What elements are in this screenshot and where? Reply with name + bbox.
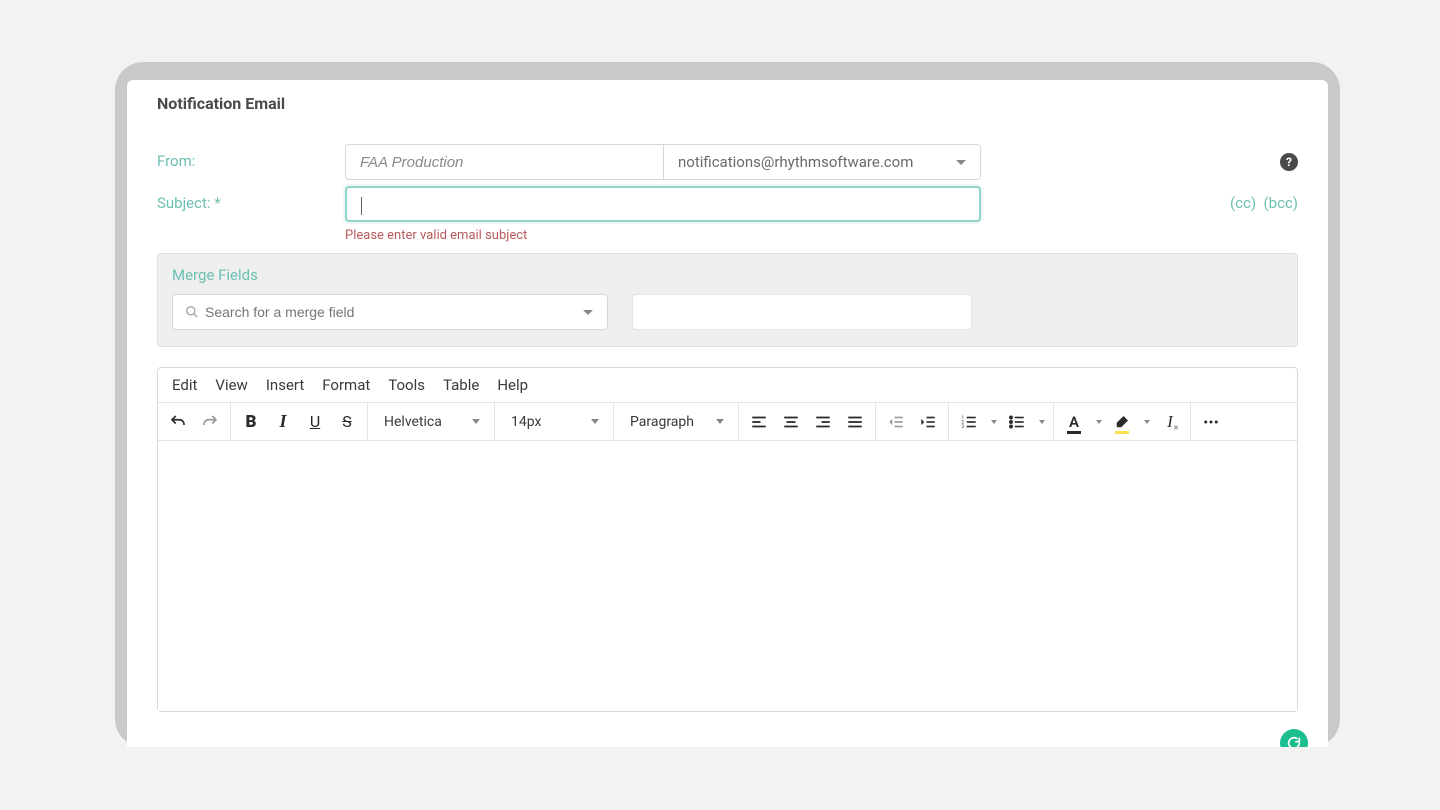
indent-icon xyxy=(919,413,937,431)
font-size-select[interactable]: 14px xyxy=(499,405,609,439)
indent-button[interactable] xyxy=(912,405,944,439)
text-color-dropdown[interactable] xyxy=(1090,405,1106,439)
cc-bcc-links: (cc) (bcc) xyxy=(1230,194,1298,212)
align-center-button[interactable] xyxy=(775,405,807,439)
highlighter-icon xyxy=(1113,413,1131,431)
subject-error: Please enter valid email subject xyxy=(345,228,1298,243)
editor-menu-bar: Edit View Insert Format Tools Table Help xyxy=(158,368,1297,403)
editor-toolbar: B I U S Helvetica 14px P xyxy=(158,403,1297,441)
outdent-icon xyxy=(887,413,905,431)
from-label: From: xyxy=(157,144,345,170)
unordered-list-icon xyxy=(1008,413,1026,431)
merge-search-select[interactable] xyxy=(172,294,608,330)
align-justify-button[interactable] xyxy=(839,405,871,439)
merge-fields-section: Merge Fields xyxy=(157,253,1298,347)
underline-button[interactable]: U xyxy=(299,405,331,439)
undo-icon xyxy=(169,413,187,431)
strikethrough-button[interactable]: S xyxy=(331,405,363,439)
font-family-select[interactable]: Helvetica xyxy=(372,405,490,439)
menu-table[interactable]: Table xyxy=(443,376,479,394)
editor-content-area[interactable] xyxy=(158,441,1297,711)
unordered-list-dropdown[interactable] xyxy=(1033,405,1049,439)
align-justify-icon xyxy=(846,413,864,431)
from-email-select[interactable]: notifications@rhythmsoftware.com xyxy=(663,144,981,180)
bcc-link[interactable]: (bcc) xyxy=(1264,194,1298,212)
outdent-button[interactable] xyxy=(880,405,912,439)
panel-header: Notification Email xyxy=(127,80,1328,134)
form-section: From: notifications@rhythmsoftware.com ?… xyxy=(127,134,1328,243)
chevron-down-icon xyxy=(583,310,593,315)
grammarly-icon xyxy=(1286,735,1302,747)
text-color-button[interactable]: A xyxy=(1058,405,1090,439)
menu-tools[interactable]: Tools xyxy=(388,376,425,394)
italic-button[interactable]: I xyxy=(267,405,299,439)
undo-button[interactable] xyxy=(162,405,194,439)
align-right-button[interactable] xyxy=(807,405,839,439)
merge-fields-label: Merge Fields xyxy=(172,266,1283,284)
ordered-list-button[interactable]: 123 xyxy=(953,405,985,439)
grammarly-badge[interactable] xyxy=(1280,729,1308,747)
subject-input[interactable] xyxy=(345,186,981,222)
menu-format[interactable]: Format xyxy=(322,376,370,394)
from-name-input[interactable] xyxy=(345,144,663,180)
more-icon xyxy=(1202,413,1220,431)
cc-link[interactable]: (cc) xyxy=(1230,194,1256,212)
redo-icon xyxy=(201,413,219,431)
merge-search-input[interactable] xyxy=(205,304,595,320)
align-right-icon xyxy=(814,413,832,431)
subject-label: Subject: * xyxy=(157,186,345,212)
text-color-swatch xyxy=(1067,431,1081,434)
help-icon[interactable]: ? xyxy=(1280,153,1298,171)
menu-insert[interactable]: Insert xyxy=(266,376,304,394)
clear-formatting-button[interactable]: I× xyxy=(1154,405,1186,439)
ordered-list-dropdown[interactable] xyxy=(985,405,1001,439)
highlight-swatch xyxy=(1115,431,1129,434)
redo-button[interactable] xyxy=(194,405,226,439)
from-row: From: notifications@rhythmsoftware.com ? xyxy=(157,144,1298,180)
bold-button[interactable]: B xyxy=(235,405,267,439)
block-format-select[interactable]: Paragraph xyxy=(618,405,734,439)
unordered-list-button[interactable] xyxy=(1001,405,1033,439)
merge-preview-box xyxy=(632,294,972,330)
align-left-icon xyxy=(750,413,768,431)
align-left-button[interactable] xyxy=(743,405,775,439)
menu-view[interactable]: View xyxy=(215,376,247,394)
ordered-list-icon: 123 xyxy=(960,413,978,431)
email-editor-panel: Notification Email From: notifications@r… xyxy=(127,80,1328,747)
highlight-dropdown[interactable] xyxy=(1138,405,1154,439)
panel-title: Notification Email xyxy=(157,94,1298,113)
from-email-value: notifications@rhythmsoftware.com xyxy=(678,153,913,171)
highlight-button[interactable] xyxy=(1106,405,1138,439)
device-frame: Notification Email From: notifications@r… xyxy=(115,62,1340,747)
more-button[interactable] xyxy=(1195,405,1227,439)
chevron-down-icon xyxy=(956,160,966,165)
menu-help[interactable]: Help xyxy=(497,376,528,394)
subject-row: Subject: * (cc) (bcc) xyxy=(157,186,1298,222)
align-center-icon xyxy=(782,413,800,431)
rich-text-editor: Edit View Insert Format Tools Table Help xyxy=(157,367,1298,712)
svg-text:3: 3 xyxy=(962,424,965,430)
search-icon xyxy=(185,305,199,319)
menu-edit[interactable]: Edit xyxy=(172,376,197,394)
